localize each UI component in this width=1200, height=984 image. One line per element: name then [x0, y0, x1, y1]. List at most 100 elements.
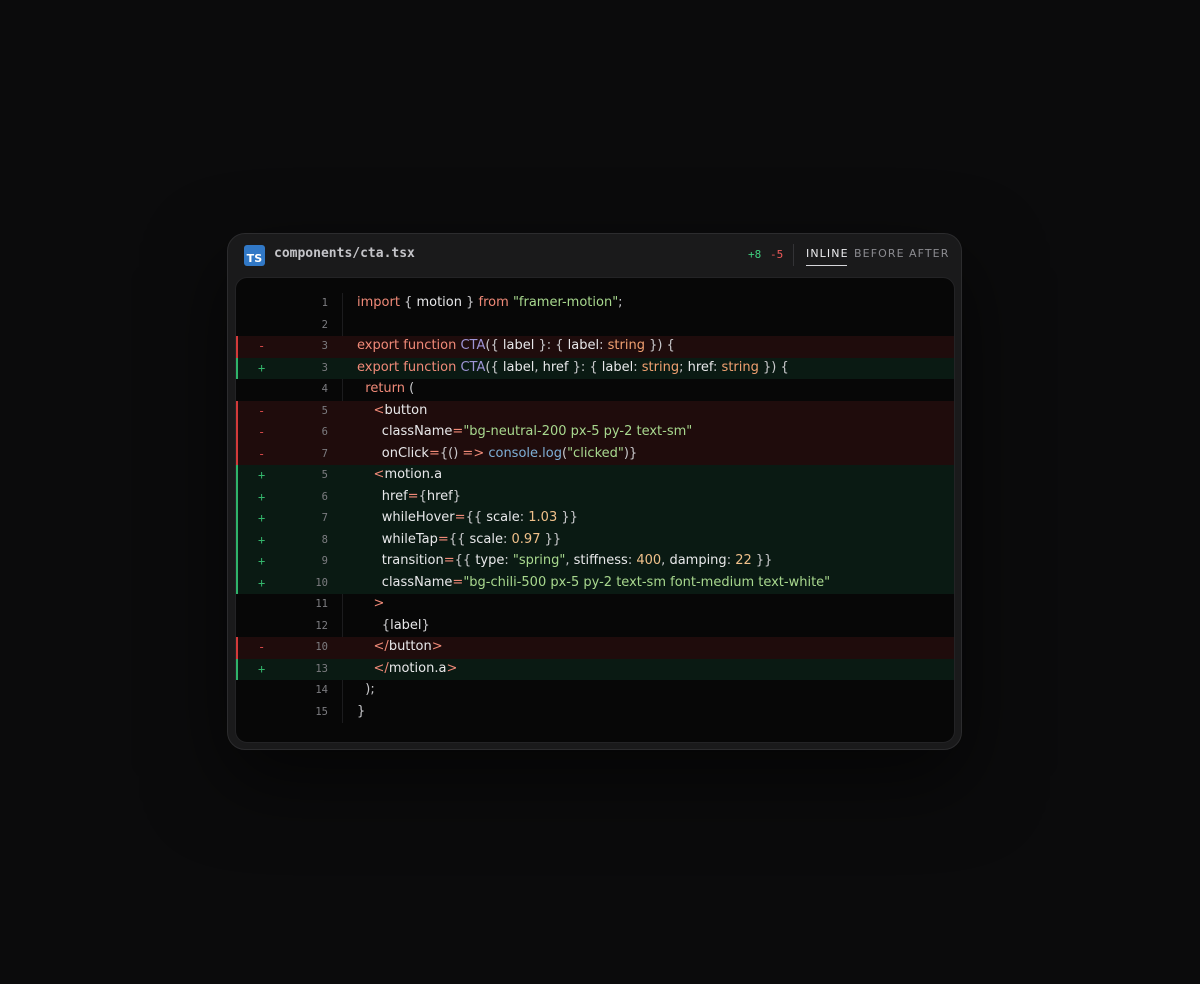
- code-text: className="bg-chili-500 px-5 py-2 text-s…: [357, 575, 830, 590]
- line-number: 3: [321, 340, 328, 352]
- code-token: ;: [618, 295, 623, 310]
- code-token: }) {: [758, 359, 789, 375]
- diff-marker: +: [258, 360, 266, 375]
- code-text: </motion.a>: [357, 660, 458, 676]
- code-token: button: [384, 402, 428, 418]
- code-token: scale: [469, 531, 504, 547]
- code-text: className="bg-neutral-200 px-5 py-2 text…: [357, 424, 692, 439]
- added-line: +6 href={href}: [236, 486, 954, 508]
- removed-line: - 10 </button>: [236, 637, 954, 659]
- tab-before[interactable]: BEFORE: [854, 247, 905, 260]
- code-token: onClick: [357, 445, 429, 461]
- code-token: "bg-neutral-200 px-5 py-2 text-sm": [463, 424, 693, 439]
- tab-after[interactable]: AFTER: [909, 247, 949, 260]
- code-token: }: [452, 488, 462, 504]
- tab-inline[interactable]: INLINE: [806, 247, 849, 260]
- code-token: motion: [416, 295, 462, 310]
- line-number: 15: [315, 705, 328, 718]
- line-number: 5: [321, 404, 328, 417]
- code-token: }}: [751, 553, 773, 568]
- code-token: =: [428, 445, 440, 461]
- context-line: 14 );: [236, 680, 954, 702]
- diff-marker: +: [258, 468, 266, 482]
- code-token: return: [365, 381, 410, 396]
- code-token: whileTap: [357, 531, 438, 547]
- removed-line: - 7 onClick={() => console.log("clicked")…: [236, 443, 954, 465]
- code-text: }: [357, 704, 365, 719]
- code-token: <: [373, 402, 385, 418]
- code-token: }: [421, 617, 430, 633]
- diff-lines: 1 import { motion } from "framer-motion";…: [236, 293, 954, 723]
- code-token: =: [452, 424, 464, 439]
- code-text: <button: [357, 402, 428, 418]
- code-token: 22: [735, 553, 752, 568]
- typescript-file-icon: TS: [244, 245, 265, 266]
- context-line: 12 {label}: [236, 616, 954, 638]
- code-token: export function: [357, 338, 461, 353]
- removed-line: - 5 <button: [236, 400, 954, 422]
- code-token: </: [373, 660, 389, 676]
- code-token: ({: [485, 338, 503, 353]
- code-text: whileHover={{ scale: 1.03 }}: [357, 510, 578, 525]
- diff-header: TS components/cta.tsx +8 -5 INLINE BEFOR…: [228, 234, 961, 277]
- code-text: >: [357, 596, 385, 611]
- additions-count: +8: [748, 248, 762, 261]
- code-token: whileHover: [357, 510, 455, 525]
- code-token: motion.a: [388, 660, 447, 676]
- diff-marker: -: [258, 403, 266, 418]
- code-token: )}: [623, 445, 638, 461]
- code-text: onClick={() => console.log("clicked")}: [357, 446, 637, 461]
- line-number: 6: [321, 426, 328, 438]
- added-line: +13 </motion.a>: [236, 658, 954, 680]
- removed-line: - 6 className="bg-neutral-200 px-5 py-2 t…: [236, 422, 954, 444]
- code-token: :: [599, 338, 608, 353]
- context-line: 15}: [236, 702, 954, 724]
- code-text: export function CTA({ label }: { label: …: [357, 338, 675, 353]
- deletions-count: -5: [770, 248, 784, 261]
- code-token: from: [478, 295, 513, 310]
- code-text: return (: [357, 381, 414, 396]
- file-path: components/cta.tsx: [274, 246, 415, 261]
- added-line: +8 whileTap={{ scale: 0.97 }}: [236, 529, 954, 551]
- code-token: );: [357, 682, 375, 697]
- code-token: CTA: [460, 359, 486, 375]
- diff-marker: -: [258, 640, 266, 654]
- code-token: className: [357, 424, 453, 439]
- code-token: ;: [679, 359, 688, 375]
- diff-marker: +: [258, 532, 266, 547]
- line-number: 6: [321, 490, 328, 503]
- active-tab-indicator: [806, 265, 847, 266]
- code-token: string: [607, 338, 645, 353]
- context-line: 11 >: [236, 594, 954, 616]
- line-number: 7: [321, 447, 328, 460]
- code-token: }) {: [644, 338, 675, 353]
- diff-marker: +: [258, 575, 266, 590]
- code-token: }}: [540, 531, 562, 547]
- line-number: 1: [321, 297, 328, 309]
- added-line: +3 export function CTA({ label, href }: {…: [236, 357, 954, 379]
- code-token: transition: [357, 553, 444, 568]
- added-line: +10 className="bg-chili-500 px-5 py-2 te…: [236, 572, 954, 594]
- code-token: className: [357, 574, 453, 590]
- code-token: label: [502, 359, 535, 375]
- code-token: label: [502, 338, 535, 353]
- code-token: }: [357, 703, 366, 719]
- code-token: button: [388, 639, 432, 654]
- code-token: 1.03: [528, 510, 558, 525]
- code-token: scale: [486, 510, 520, 525]
- code-token: {{: [454, 553, 476, 568]
- line-number: 5: [321, 469, 328, 481]
- code-token: type: [475, 553, 505, 568]
- line-number: 12: [315, 619, 328, 632]
- code-token: string: [721, 359, 759, 375]
- code-token: :: [503, 531, 512, 547]
- line-number: 3: [321, 361, 328, 374]
- code-token: >: [373, 596, 385, 611]
- code-token: href: [426, 488, 453, 504]
- code-token: href: [357, 488, 408, 504]
- removed-line: - 3 export function CTA({ label }: { label…: [236, 336, 954, 358]
- code-token: log: [542, 445, 562, 461]
